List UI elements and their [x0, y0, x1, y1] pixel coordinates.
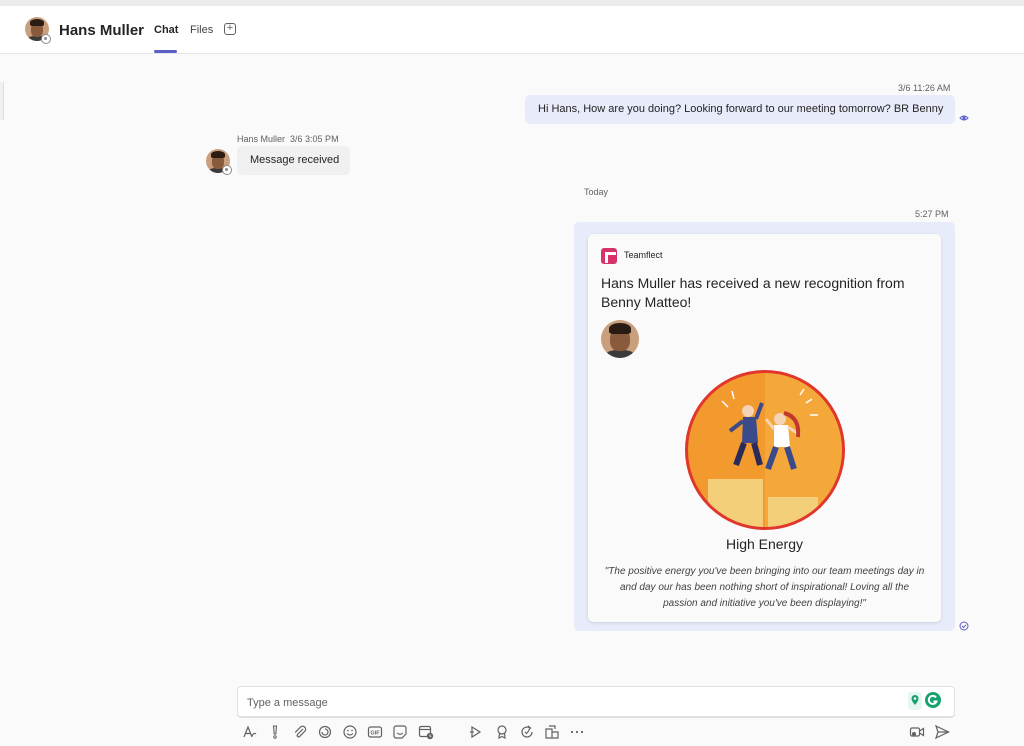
message-input[interactable]	[247, 694, 847, 712]
presence-offline-icon	[222, 165, 232, 175]
badge-quote: "The positive energy you've been bringin…	[604, 566, 925, 609]
emoji-icon[interactable]	[342, 724, 358, 740]
sender-meta: Hans Muller 3/6 3:05 PM	[237, 134, 339, 144]
recipient-avatar	[601, 320, 639, 358]
active-tab-indicator	[154, 50, 177, 53]
recognition-card[interactable]: Teamflect Hans Muller has received a new…	[588, 234, 941, 622]
praise-icon[interactable]	[494, 724, 510, 740]
more-icon[interactable]	[569, 724, 585, 740]
sender-name: Hans Muller	[237, 134, 286, 144]
message-timestamp: 5:27 PM	[915, 209, 949, 219]
plus-icon[interactable]: +	[224, 23, 236, 35]
app-name: Teamflect	[624, 250, 663, 260]
sent-message-bubble[interactable]: Hi Hans, How are you doing? Looking forw…	[525, 95, 955, 124]
schedule-meeting-icon[interactable]	[418, 724, 434, 740]
format-icon[interactable]	[242, 724, 258, 740]
attach-icon[interactable]	[292, 724, 308, 740]
card-title: Hans Muller has received a new recogniti…	[601, 275, 905, 310]
message-composer[interactable]	[237, 686, 955, 718]
loop-icon[interactable]	[317, 724, 333, 740]
grammarly-icon[interactable]	[925, 692, 941, 708]
location-pin-icon[interactable]	[908, 692, 922, 710]
apps-icon[interactable]	[544, 724, 560, 740]
message-timestamp: 3/6 3:05 PM	[290, 134, 339, 144]
important-icon[interactable]	[267, 724, 283, 740]
sent-status-icon	[959, 621, 969, 631]
date-divider: Today	[584, 187, 609, 197]
received-message-bubble[interactable]: Message received	[237, 146, 350, 175]
stream-icon[interactable]	[468, 724, 484, 740]
video-clip-icon[interactable]	[909, 724, 925, 740]
message-timestamp: 3/6 11:26 AM	[898, 83, 951, 93]
gif-icon[interactable]: GIF	[367, 724, 383, 740]
badge-illustration	[685, 370, 845, 530]
read-receipt-icon	[959, 115, 969, 121]
teamflect-logo-icon	[601, 248, 617, 264]
tab-chat[interactable]: Chat	[154, 24, 178, 36]
sticker-icon[interactable]	[392, 724, 408, 740]
contact-name[interactable]: Hans Muller	[59, 22, 144, 39]
send-icon[interactable]	[934, 724, 950, 740]
left-pane-edge	[0, 82, 4, 120]
tab-files[interactable]: Files	[190, 24, 213, 36]
sent-card-message[interactable]: Teamflect Hans Muller has received a new…	[574, 222, 955, 631]
svg-text:GIF: GIF	[370, 731, 380, 737]
badge-title: High Energy	[725, 536, 804, 552]
dancing-people-icon	[708, 373, 842, 527]
updates-icon[interactable]	[519, 724, 535, 740]
chat-header: Hans Muller Chat Files +	[0, 6, 1024, 54]
presence-offline-icon	[41, 34, 51, 44]
